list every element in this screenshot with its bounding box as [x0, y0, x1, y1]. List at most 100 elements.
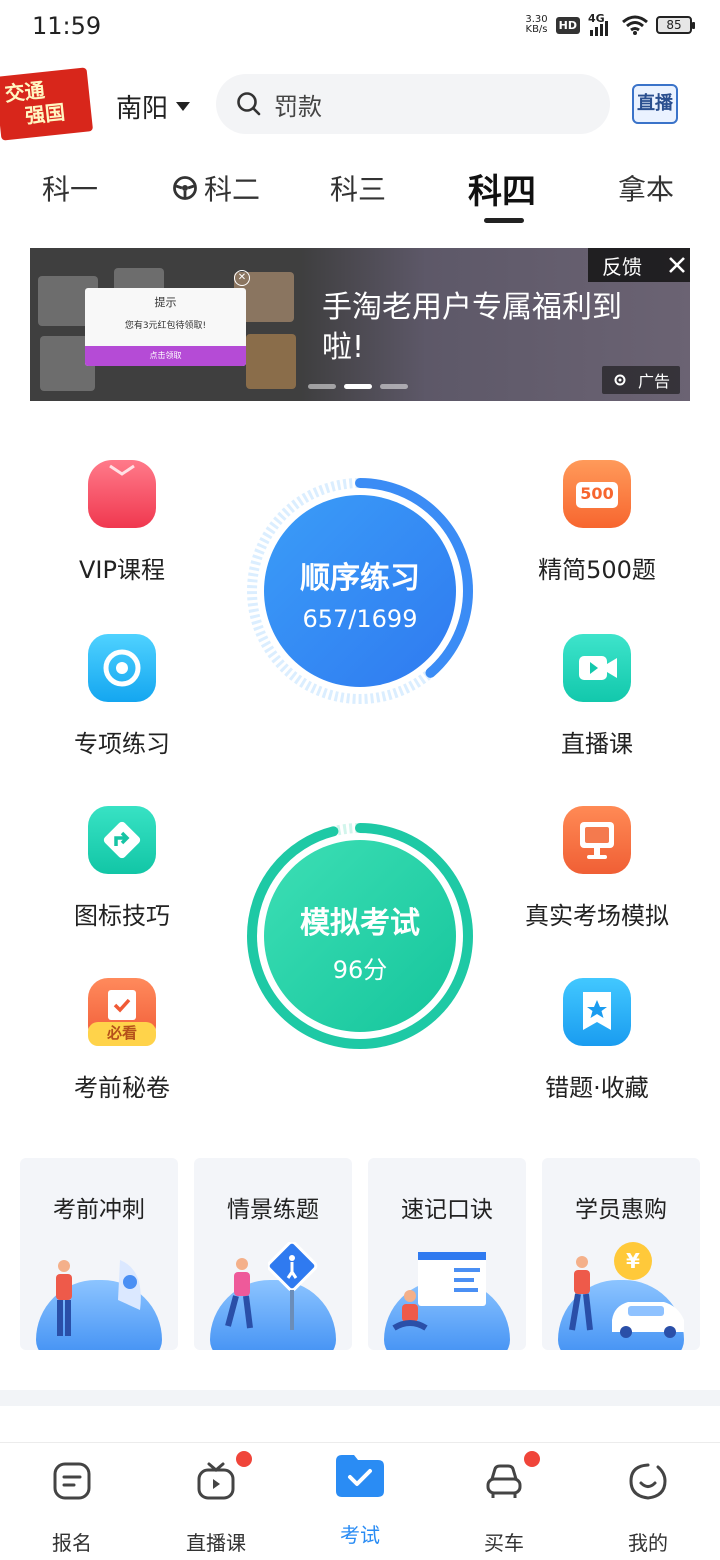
search-placeholder: 罚款 — [274, 92, 322, 121]
feature-500-questions[interactable]: 500 精简500题 — [497, 460, 697, 585]
net-speed: 3.30 KB/s — [525, 15, 547, 35]
feature-label: 精简500题 — [538, 556, 656, 584]
carousel-dots — [308, 384, 408, 389]
car-icon — [486, 1464, 522, 1498]
bookmark-star-icon — [563, 978, 631, 1046]
monitor-icon — [563, 806, 631, 874]
rocket-illustration — [118, 1260, 141, 1310]
feature-label: 考前秘卷 — [74, 1074, 170, 1102]
ad-popup: 提示 您有3元红包待领取! 点击领取 — [85, 288, 246, 366]
signal-icon: 4G — [588, 12, 614, 36]
carousel-dot-active — [344, 384, 372, 389]
500-badge: 500 — [580, 484, 614, 503]
carousel-dot — [308, 384, 336, 389]
popup-body: 您有3元红包待领取! — [124, 321, 207, 331]
card-memory-formulas[interactable]: 速记口诀 — [368, 1158, 526, 1350]
nav-label: 考试 — [340, 1523, 380, 1547]
nav-exam[interactable]: 考试 — [300, 1455, 420, 1548]
city-label: 南阳 — [116, 94, 169, 124]
tab-label: 拿本 — [618, 173, 675, 206]
city-selector[interactable]: 南阳 — [116, 88, 191, 125]
feature-label: 图标技巧 — [74, 902, 170, 930]
banner-headline: 手淘老用户专属福利到啦! — [322, 290, 622, 365]
vip-course-icon — [88, 460, 156, 528]
ad-info-icon — [614, 374, 626, 386]
feature-live-course[interactable]: 直播课 — [497, 634, 697, 759]
target-icon — [88, 634, 156, 702]
status-time: 11:59 — [32, 12, 102, 40]
feature-vip-course[interactable]: VIP课程 — [22, 460, 222, 585]
popup-button: 点击领取 — [85, 346, 246, 366]
net-speed-unit: KB/s — [525, 24, 548, 35]
person-illustration — [392, 1290, 428, 1331]
tab-naben[interactable]: 拿本 — [618, 168, 674, 208]
header: 交通 强国 南阳 罚款 直播 — [0, 67, 720, 141]
must-read-icon: 必看 — [88, 978, 156, 1046]
exam-title: 模拟考试 — [300, 906, 420, 941]
feature-label: VIP课程 — [79, 556, 165, 584]
ad-banner[interactable]: 提示 您有3元红包待领取! 点击领取 ✕ 手淘老用户专属福利到啦! 反馈 广告 — [30, 248, 690, 401]
exam-folder-icon — [336, 1455, 384, 1497]
ad-tag: 广告 — [601, 366, 680, 394]
exam-score: 96分 — [332, 956, 388, 984]
feature-pre-exam-papers[interactable]: 必看 考前秘卷 — [22, 978, 222, 1103]
steering-wheel-icon — [173, 176, 197, 200]
nav-mine[interactable]: 我的 — [588, 1461, 708, 1556]
nav-buy-car[interactable]: 买车 — [444, 1451, 564, 1556]
practice-title: 顺序练习 — [300, 561, 420, 596]
feedback-button[interactable]: 反馈 — [588, 248, 690, 282]
person-illustration — [56, 1260, 72, 1336]
close-icon[interactable] — [668, 256, 686, 274]
feature-real-exam-simulation[interactable]: 真实考场模拟 — [497, 806, 697, 931]
sequential-practice-button[interactable]: 顺序练习 657/1699 — [244, 475, 476, 707]
feature-label: 直播课 — [561, 730, 633, 758]
tab-ke4[interactable]: 科四 — [468, 164, 536, 213]
nav-label: 报名 — [52, 1531, 92, 1555]
tab-ke3[interactable]: 科三 — [330, 168, 386, 208]
network-type: 4G — [588, 12, 605, 25]
feature-sign-tips[interactable]: 图标技巧 — [22, 806, 222, 931]
tab-label: 科一 — [42, 173, 99, 206]
logo[interactable]: 交通 强国 — [0, 67, 94, 141]
popup-title: 提示 — [154, 296, 177, 309]
search-icon — [237, 92, 261, 116]
tab-underline — [484, 218, 524, 223]
battery-icon: 85 — [656, 16, 695, 34]
card-student-deals[interactable]: 学员惠购 ¥ — [542, 1158, 700, 1350]
nav-label: 买车 — [484, 1531, 524, 1555]
wifi-icon — [622, 15, 648, 35]
card-title: 考前冲刺 — [53, 1197, 145, 1223]
carousel-dot — [380, 384, 408, 389]
section-divider — [0, 1390, 720, 1406]
card-scenario-practice[interactable]: 情景练题 — [194, 1158, 352, 1350]
subject-tabs: 科一 科二 科三 科四 拿本 — [0, 168, 720, 228]
nav-live-course[interactable]: 直播课 — [156, 1451, 276, 1556]
tab-label: 科二 — [204, 173, 261, 206]
tab-label: 科三 — [330, 173, 387, 206]
mock-exam-button[interactable]: 模拟考试 96分 — [244, 820, 476, 1052]
tab-ke2[interactable]: 科二 — [172, 168, 260, 208]
card-pre-exam-sprint[interactable]: 考前冲刺 — [20, 1158, 178, 1350]
person-illustration — [569, 1256, 593, 1331]
form-icon — [53, 1462, 91, 1500]
close-icon: ✕ — [234, 270, 250, 286]
nav-label: 我的 — [628, 1531, 668, 1555]
feature-special-practice[interactable]: 专项练习 — [22, 634, 222, 759]
video-icon — [563, 634, 631, 702]
svg-text:¥: ¥ — [626, 1249, 640, 1273]
nav-signup[interactable]: 报名 — [12, 1461, 132, 1556]
ad-label: 广告 — [637, 372, 670, 391]
500-questions-icon: 500 — [563, 460, 631, 528]
card-title: 情景练题 — [227, 1197, 319, 1223]
tab-ke1[interactable]: 科一 — [42, 168, 98, 208]
feature-label: 错题·收藏 — [545, 1074, 649, 1102]
search-input[interactable]: 罚款 — [216, 74, 610, 134]
feature-mistakes-favorites[interactable]: 错题·收藏 — [497, 978, 697, 1103]
live-button[interactable]: 直播 — [632, 84, 678, 124]
smile-face-icon — [629, 1463, 667, 1500]
hd-icon: HD — [555, 16, 580, 34]
notification-dot — [236, 1451, 252, 1467]
sign-arrow-icon — [88, 806, 156, 874]
must-read-badge: 必看 — [106, 1024, 137, 1042]
feature-label: 真实考场模拟 — [525, 902, 669, 930]
